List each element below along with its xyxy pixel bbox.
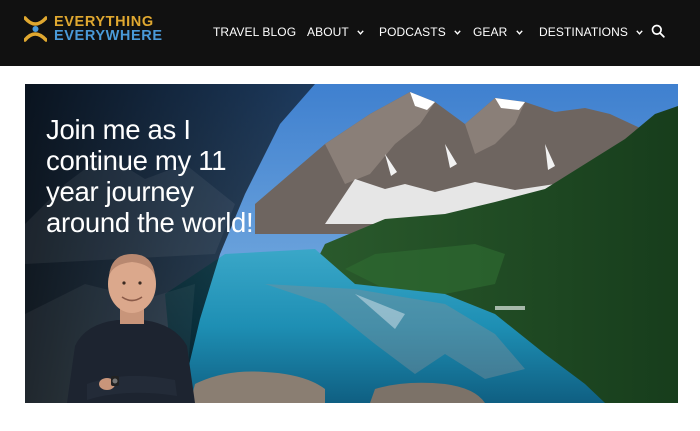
headline-line: continue my 11 [46, 145, 227, 176]
nav-label: PODCASTS [379, 25, 446, 39]
chevron-down-icon [357, 30, 364, 35]
headline-line: year journey [46, 176, 194, 207]
hero-banner[interactable]: Join me as I continue my 11 year journey… [25, 84, 678, 403]
chevron-down-icon [636, 30, 644, 35]
chevron-down-icon [454, 30, 461, 35]
logo-icon [24, 16, 47, 42]
headline-line: Join me as I [46, 114, 191, 145]
nav-destinations[interactable]: DESTINATIONS [539, 24, 644, 40]
nav-label: ABOUT [307, 25, 349, 39]
nav-label: GEAR [473, 25, 508, 39]
nav-label: DESTINATIONS [539, 25, 628, 39]
nav-label: TRAVEL BLOG [213, 25, 297, 39]
headline-line: around the world! [46, 207, 254, 238]
nav-gear[interactable]: GEAR [473, 24, 523, 40]
nav-travel-blog[interactable]: TRAVEL BLOG [213, 24, 296, 40]
site-header: EVERYTHING EVERYWHERE TRAVEL BLOG ABOUT … [0, 0, 700, 66]
chevron-down-icon [516, 30, 523, 35]
search-icon[interactable] [651, 24, 665, 38]
logo-text-everywhere: EVERYWHERE [54, 28, 163, 44]
hero-headline: Join me as I continue my 11 year journey… [46, 114, 326, 238]
site-logo[interactable]: EVERYTHING EVERYWHERE [24, 15, 174, 45]
nav-about[interactable]: ABOUT [307, 24, 364, 40]
nav-podcasts[interactable]: PODCASTS [379, 24, 461, 40]
